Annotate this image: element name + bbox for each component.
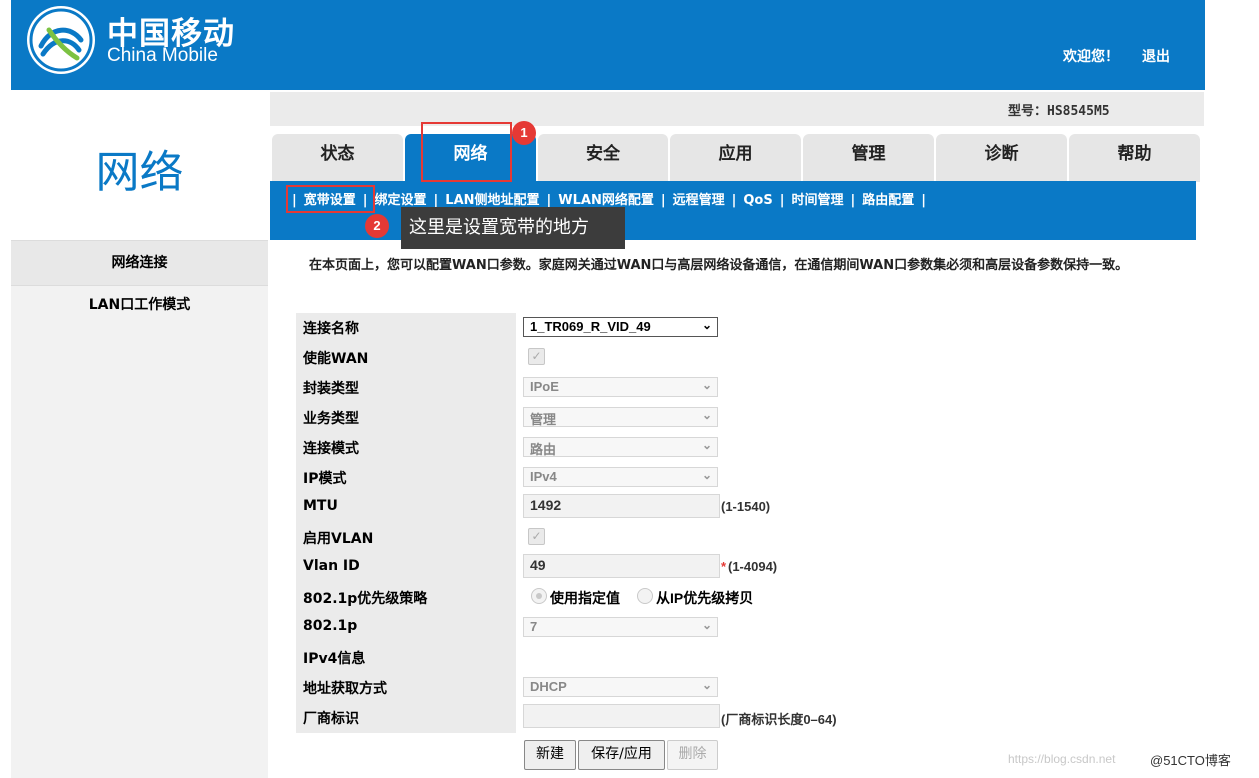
section-title: 网络 <box>95 147 184 198</box>
logout-link[interactable]: 退出 <box>1142 46 1170 66</box>
vendor-id-input[interactable] <box>523 704 720 728</box>
subnav-wlan[interactable]: WLAN网络配置 <box>558 193 654 208</box>
vendor-id-label: 厂商标识 <box>303 711 359 727</box>
connection-name-select[interactable]: 1_TR069_R_VID_49 ⌄ <box>523 317 718 337</box>
ip-mode-value: IPv4 <box>530 469 557 484</box>
radio-copy-from-ip-label: 从IP优先级拷贝 <box>656 590 754 606</box>
connection-mode-label: 连接模式 <box>303 441 359 457</box>
vlan-id-range-hint: (1-4094) <box>728 559 778 574</box>
left-menu-item-lan-mode[interactable]: LAN口工作模式 <box>11 286 268 324</box>
chevron-down-icon: ⌄ <box>701 318 712 332</box>
vlan-id-input[interactable]: 49 <box>523 554 720 578</box>
ipv4-info-label: IPv4信息 <box>303 651 366 667</box>
chevron-down-icon: ⌄ <box>701 438 712 452</box>
enable-wan-checkbox[interactable]: ✓ <box>528 348 545 365</box>
tab-security[interactable]: 安全 <box>538 134 668 182</box>
subnav-time-management[interactable]: 时间管理 <box>791 193 843 208</box>
connection-mode-value: 路由 <box>530 442 557 457</box>
encapsulation-value: IPoE <box>530 379 559 394</box>
china-mobile-logo-icon <box>27 6 95 74</box>
enable-vlan-label: 启用VLAN <box>303 531 374 547</box>
page-description: 在本页面上，您可以配置WAN口参数。家庭网关通过WAN口与高层网络设备通信，在通… <box>309 258 1129 273</box>
encapsulation-select[interactable]: IPoE ⌄ <box>523 377 718 397</box>
chevron-down-icon: ⌄ <box>701 618 712 632</box>
address-method-value: DHCP <box>530 679 567 694</box>
save-apply-button[interactable]: 保存/应用 <box>578 740 665 770</box>
sub-navigation-links: | 宽带设置 | 绑定设置 | LAN侧地址配置 | WLAN网络配置 | 远程管理 | QoS | 时间… <box>292 193 926 208</box>
tab-diagnosis[interactable]: 诊断 <box>936 134 1067 182</box>
chevron-down-icon: ⌄ <box>701 468 712 482</box>
delete-button[interactable]: 删除 <box>667 740 718 770</box>
model-label: 型号：HS8545M5 <box>1008 104 1110 119</box>
annotation-box-network-tab <box>421 122 512 182</box>
radio-use-specified[interactable] <box>531 588 547 604</box>
subnav-binding[interactable]: 绑定设置 <box>375 193 427 208</box>
chevron-down-icon: ⌄ <box>701 378 712 392</box>
annotation-badge-1: 1 <box>512 121 536 145</box>
priority-select[interactable]: 7 ⌄ <box>523 617 718 637</box>
subnav-lan-address[interactable]: LAN侧地址配置 <box>445 193 539 208</box>
mtu-input[interactable]: 1492 <box>523 494 720 518</box>
address-method-label: 地址获取方式 <box>303 681 387 697</box>
top-header: 中国移动 China Mobile 欢迎您！ 退出 <box>11 0 1205 90</box>
service-type-select[interactable]: 管理 ⌄ <box>523 407 718 427</box>
encapsulation-label: 封装类型 <box>303 381 359 397</box>
enable-wan-label: 使能WAN <box>303 351 369 367</box>
annotation-tooltip: 这里是设置宽带的地方 <box>401 207 625 249</box>
subnav-remote-management[interactable]: 远程管理 <box>673 193 725 208</box>
left-menu-item-network-connection[interactable]: 网络连接 <box>11 240 268 286</box>
vlan-id-label: Vlan ID <box>303 558 360 574</box>
annotation-badge-2: 2 <box>365 214 389 238</box>
welcome-text: 欢迎您！ <box>1063 49 1119 65</box>
connection-name-value: 1_TR069_R_VID_49 <box>530 319 651 334</box>
radio-copy-from-ip[interactable] <box>637 588 653 604</box>
vendor-id-length-hint: (厂商标识长度0–64) <box>721 712 837 727</box>
connection-name-label: 连接名称 <box>303 321 359 337</box>
mtu-range-hint: (1-1540) <box>721 499 771 514</box>
priority-label: 802.1p <box>303 618 358 634</box>
service-type-value: 管理 <box>530 412 557 427</box>
annotation-box-broadband <box>286 185 375 213</box>
address-method-select[interactable]: DHCP ⌄ <box>523 677 718 697</box>
subnav-qos[interactable]: QoS <box>743 193 772 208</box>
chevron-down-icon: ⌄ <box>701 408 712 422</box>
priority-value: 7 <box>530 619 538 634</box>
form-label-column <box>296 313 516 733</box>
tab-application[interactable]: 应用 <box>670 134 801 182</box>
watermark-url: https://blog.csdn.net <box>1008 752 1116 766</box>
priority-policy-label: 802.1p优先级策略 <box>303 591 428 607</box>
new-button[interactable]: 新建 <box>524 740 576 770</box>
subnav-routing[interactable]: 路由配置 <box>862 193 914 208</box>
ip-mode-select[interactable]: IPv4 ⌄ <box>523 467 718 487</box>
watermark-credit: @51CTO博客 <box>1150 753 1231 768</box>
tab-management[interactable]: 管理 <box>803 134 934 182</box>
required-mark: * <box>721 559 727 574</box>
service-type-label: 业务类型 <box>303 411 359 427</box>
enable-vlan-checkbox[interactable]: ✓ <box>528 528 545 545</box>
left-menu: 网络连接 LAN口工作模式 <box>11 240 268 778</box>
tab-help[interactable]: 帮助 <box>1069 134 1200 182</box>
mtu-label: MTU <box>303 498 338 514</box>
radio-use-specified-label: 使用指定值 <box>550 590 620 606</box>
brand-name-en: China Mobile <box>107 45 218 66</box>
chevron-down-icon: ⌄ <box>701 678 712 692</box>
tab-status[interactable]: 状态 <box>272 134 403 182</box>
connection-mode-select[interactable]: 路由 ⌄ <box>523 437 718 457</box>
ip-mode-label: IP模式 <box>303 471 347 487</box>
